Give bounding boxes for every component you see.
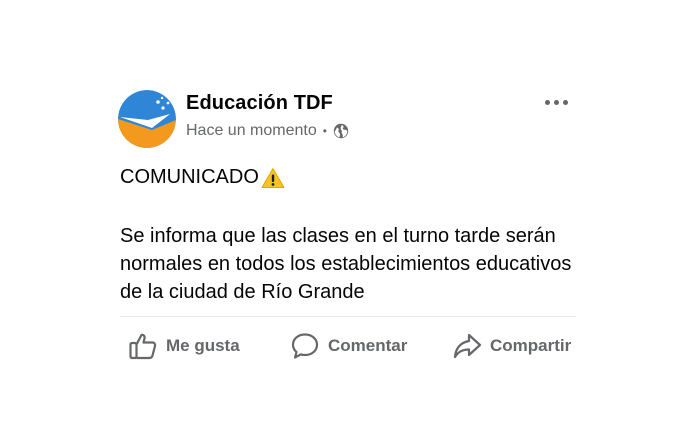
like-button[interactable]: Me gusta xyxy=(128,330,240,362)
warning-icon xyxy=(261,167,285,189)
post-timestamp[interactable]: Hace un momento xyxy=(186,122,317,140)
thumbs-up-icon xyxy=(129,333,157,360)
post-body: Se informa que las clases en el turno ta… xyxy=(120,225,572,303)
meta-separator: • xyxy=(322,124,327,138)
share-button[interactable]: Compartir xyxy=(452,330,571,362)
post-meta: Hace un momento • xyxy=(186,122,349,140)
like-label: Me gusta xyxy=(166,336,240,355)
more-dot-icon xyxy=(562,99,568,105)
page-name[interactable]: Educación TDF xyxy=(186,92,333,115)
share-label: Compartir xyxy=(490,336,572,355)
comment-button[interactable]: Comentar xyxy=(290,330,407,362)
page-avatar[interactable] xyxy=(118,90,176,148)
post-headline: COMUNICADO xyxy=(120,166,259,188)
more-options-button[interactable] xyxy=(540,92,572,112)
more-dot-icon xyxy=(553,99,559,105)
share-arrow-icon xyxy=(453,333,482,359)
more-dot-icon xyxy=(544,99,550,105)
comment-label: Comentar xyxy=(328,336,408,355)
educacion-tdf-logo xyxy=(118,90,176,148)
globe-icon[interactable] xyxy=(333,123,349,139)
facebook-post: Educación TDF Hace un momento • COMUNICA… xyxy=(0,0,696,436)
comment-bubble-icon xyxy=(291,333,319,359)
actions-divider xyxy=(120,316,576,317)
post-headline-line: COMUNICADO xyxy=(120,166,285,189)
